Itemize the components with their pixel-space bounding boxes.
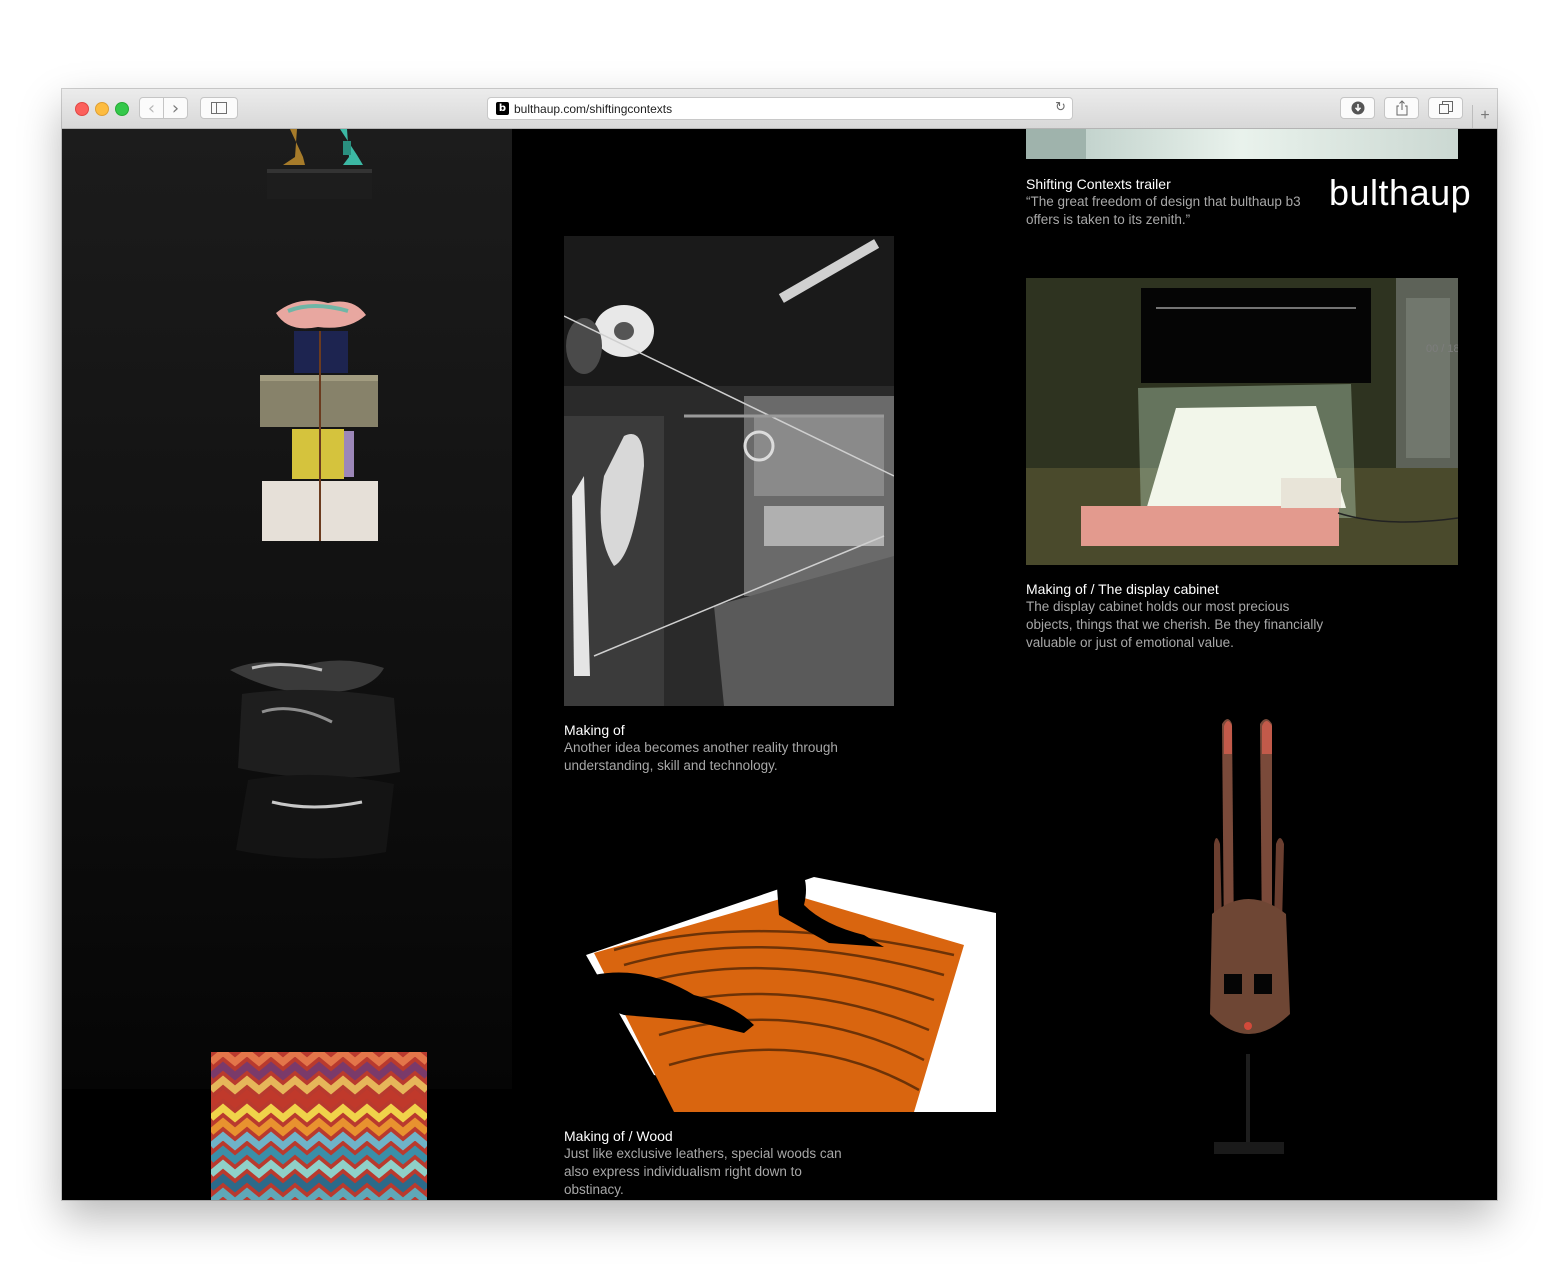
minimize-window-button[interactable] (95, 102, 109, 116)
page-content: 00 / 18 Shifting Contexts trailer “The g… (62, 129, 1497, 1200)
url-text: bulthaup.com/shiftingcontexts (514, 102, 673, 116)
display-cabinet-title[interactable]: Making of / The display cabinet (1026, 580, 1356, 598)
download-icon (1351, 101, 1364, 115)
plus-icon: + (1480, 107, 1490, 124)
gallery-counter-overlay: 00 / 18 (1426, 343, 1458, 355)
downloads-button[interactable] (1340, 97, 1375, 119)
display-cabinet-image[interactable]: 00 / 18 (1026, 278, 1458, 565)
close-window-button[interactable] (75, 102, 89, 116)
trailer-video-thumbnail[interactable] (1026, 129, 1458, 159)
making-of-wood-image[interactable] (564, 825, 996, 1112)
share-button[interactable] (1384, 97, 1419, 119)
trailer-title[interactable]: Shifting Contexts trailer (1026, 175, 1316, 193)
wood-description: Just like exclusive leathers, special wo… (564, 1146, 842, 1197)
stacked-block-sculpture-image[interactable] (258, 291, 384, 543)
sidebar-icon (211, 102, 227, 114)
forward-button[interactable]: › (163, 97, 188, 119)
browser-window: ‹ › b bulthaup.com/shiftingcontexts ↻ + … (62, 89, 1497, 1200)
tabs-overview-button[interactable] (1428, 97, 1463, 119)
black-ceramic-sculpture-image[interactable] (222, 652, 407, 867)
background-gradient (62, 129, 512, 1089)
reload-icon[interactable]: ↻ (1055, 100, 1066, 115)
share-icon (1396, 100, 1407, 116)
making-of-title[interactable]: Making of (564, 721, 864, 739)
display-cabinet-description: The display cabinet holds our most preci… (1026, 599, 1324, 650)
forward-arrow-icon: › (171, 97, 180, 119)
back-arrow-icon: ‹ (147, 97, 156, 119)
zigzag-pattern-image[interactable] (211, 1052, 427, 1200)
address-bar[interactable]: b bulthaup.com/shiftingcontexts ↻ (487, 97, 1073, 120)
zoom-window-button[interactable] (115, 102, 129, 116)
site-favicon-icon: b (496, 102, 509, 115)
wood-title[interactable]: Making of / Wood (564, 1127, 864, 1145)
figurine-sculpture-image[interactable] (265, 129, 380, 204)
antelope-mask-image[interactable] (1202, 714, 1297, 1169)
bulthaup-logo[interactable]: bulthaup (1329, 172, 1471, 214)
making-of-description: Another idea becomes another reality thr… (564, 740, 838, 773)
making-of-collage-image[interactable] (564, 236, 894, 706)
tabs-icon (1438, 101, 1453, 114)
new-tab-button[interactable]: + (1472, 105, 1497, 128)
trailer-description: “The great freedom of design that bultha… (1026, 194, 1301, 227)
back-button[interactable]: ‹ (139, 97, 164, 119)
sidebar-toggle-button[interactable] (200, 97, 238, 119)
browser-toolbar: ‹ › b bulthaup.com/shiftingcontexts ↻ + (62, 89, 1497, 129)
